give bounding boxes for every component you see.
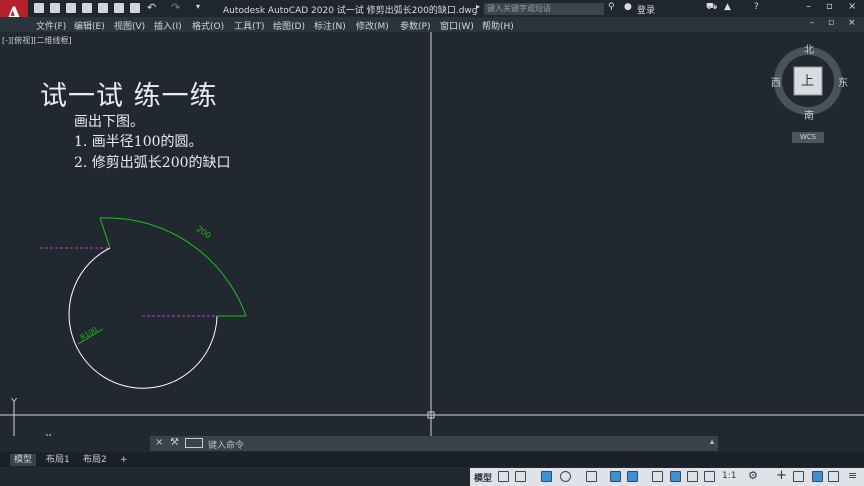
menu-window[interactable]: 窗口(W) bbox=[440, 19, 474, 32]
binoculars-icon[interactable]: ⚲ bbox=[608, 2, 615, 12]
tab-layout1[interactable]: 布局1 bbox=[42, 454, 74, 466]
grid-icon[interactable] bbox=[498, 471, 509, 482]
menu-dimension[interactable]: 标注(N) bbox=[314, 19, 346, 32]
quick-properties-icon[interactable] bbox=[812, 471, 823, 482]
signin-button[interactable]: 登录 bbox=[637, 3, 655, 16]
menu-insert[interactable]: 插入(I) bbox=[154, 19, 182, 32]
plot-icon[interactable] bbox=[130, 3, 140, 13]
user-icon: ● bbox=[624, 2, 632, 12]
layout-tabs: 模型 布局1 布局2 + bbox=[0, 452, 864, 467]
isolate-objects-icon[interactable] bbox=[828, 471, 839, 482]
add-layout-button[interactable]: + bbox=[116, 454, 132, 466]
command-line: × ⚒ 键入命令 ▴ bbox=[150, 436, 718, 451]
annotation-monitor-icon[interactable]: + bbox=[776, 468, 787, 483]
viewcube-north[interactable]: 北 bbox=[804, 41, 814, 56]
customize-status-bar-icon[interactable]: ≡ bbox=[848, 469, 857, 482]
doc-restore-icon[interactable]: ▫ bbox=[828, 18, 834, 28]
search-input[interactable]: 键入关键字或短语 bbox=[484, 3, 604, 15]
new-file-icon[interactable] bbox=[34, 3, 44, 13]
menu-help[interactable]: 帮助(H) bbox=[482, 19, 514, 32]
help-icon[interactable]: ? bbox=[754, 2, 759, 12]
isodraft-icon[interactable] bbox=[586, 471, 597, 482]
polar-tracking-icon[interactable] bbox=[560, 471, 571, 482]
object-snap-tracking-icon[interactable] bbox=[610, 471, 621, 482]
menu-format[interactable]: 格式(O) bbox=[192, 19, 224, 32]
menu-bar: 文件(F) 编辑(E) 视图(V) 插入(I) 格式(O) 工具(T) 绘图(D… bbox=[0, 17, 864, 32]
quick-access-dropdown-icon[interactable]: ▾ bbox=[196, 2, 200, 11]
ucs-x-label: X bbox=[45, 433, 52, 436]
units-icon[interactable] bbox=[793, 471, 804, 482]
save-icon[interactable] bbox=[66, 3, 76, 13]
save-as-icon[interactable] bbox=[82, 3, 92, 13]
close-command-icon[interactable]: × bbox=[155, 437, 163, 448]
arc-dimension-label: 200 bbox=[195, 224, 213, 240]
annotation-scale-icon[interactable] bbox=[704, 471, 715, 482]
snap-icon[interactable] bbox=[515, 471, 526, 482]
chevron-right-icon[interactable]: ▸ bbox=[476, 2, 480, 11]
menu-view[interactable]: 视图(V) bbox=[114, 19, 145, 32]
doc-close-icon[interactable]: × bbox=[848, 18, 856, 28]
ortho-icon[interactable] bbox=[541, 471, 552, 482]
title-bar: A ↶ ↷ ▾ Autodesk AutoCAD 2020 试一试 修剪出弧长2… bbox=[0, 0, 864, 32]
redo-icon[interactable]: ↷ bbox=[171, 1, 180, 14]
model-space-button[interactable]: 模型 bbox=[474, 471, 492, 484]
tab-model[interactable]: 模型 bbox=[10, 454, 37, 466]
doc-minimize-icon[interactable]: – bbox=[810, 18, 815, 28]
trimmed-circle-arc[interactable] bbox=[68, 247, 218, 389]
menu-tools[interactable]: 工具(T) bbox=[234, 19, 265, 32]
save-web-icon[interactable] bbox=[114, 3, 124, 13]
radius-dimension-label: R100 bbox=[79, 326, 99, 342]
cart-icon[interactable]: ⛟ bbox=[706, 2, 717, 13]
viewcube-south[interactable]: 南 bbox=[804, 107, 814, 122]
annotation-visibility-icon[interactable] bbox=[670, 471, 681, 482]
drawing-canvas[interactable]: 200 R100 Y X bbox=[0, 32, 864, 436]
workspace-gear-icon[interactable]: ⚙ bbox=[748, 469, 758, 482]
scale-selector[interactable]: 1:1 bbox=[722, 471, 736, 481]
restore-icon[interactable]: ▫ bbox=[826, 1, 833, 12]
menu-file[interactable]: 文件(F) bbox=[36, 19, 66, 32]
a360-icon[interactable]: ▲ bbox=[724, 2, 731, 12]
open-file-icon[interactable] bbox=[50, 3, 60, 13]
app-title: Autodesk AutoCAD 2020 试一试 修剪出弧长200的缺口.dw… bbox=[223, 6, 478, 16]
viewcube-west[interactable]: 西 bbox=[771, 74, 781, 89]
open-web-icon[interactable] bbox=[98, 3, 108, 13]
customize-wrench-icon[interactable]: ⚒ bbox=[170, 437, 179, 448]
arc-dimension-line[interactable] bbox=[99, 217, 247, 317]
close-icon[interactable]: × bbox=[848, 1, 856, 12]
menu-draw[interactable]: 绘图(D) bbox=[273, 19, 305, 32]
minimize-icon[interactable]: – bbox=[806, 1, 811, 12]
viewcube-top-label[interactable]: 上 bbox=[801, 70, 814, 89]
undo-icon[interactable]: ↶ bbox=[147, 1, 156, 14]
lineweight-icon[interactable] bbox=[652, 471, 663, 482]
autoscale-icon[interactable] bbox=[687, 471, 698, 482]
status-bar: 模型 1:1 ⚙ + ≡ bbox=[470, 468, 864, 486]
ucs-y-label: Y bbox=[10, 397, 18, 408]
command-history-icon[interactable]: ▴ bbox=[710, 437, 714, 446]
menu-edit[interactable]: 编辑(E) bbox=[74, 19, 105, 32]
command-input[interactable]: 键入命令 bbox=[208, 438, 244, 451]
wcs-menu[interactable]: WCS bbox=[792, 132, 824, 143]
recent-commands-icon[interactable] bbox=[185, 438, 203, 448]
arc-extension-line-1 bbox=[99, 217, 111, 249]
tab-layout2[interactable]: 布局2 bbox=[79, 454, 111, 466]
object-snap-icon[interactable] bbox=[627, 471, 638, 482]
menu-parametric[interactable]: 参数(P) bbox=[400, 19, 430, 32]
viewcube-east[interactable]: 东 bbox=[838, 74, 848, 89]
menu-modify[interactable]: 修改(M) bbox=[356, 19, 389, 32]
